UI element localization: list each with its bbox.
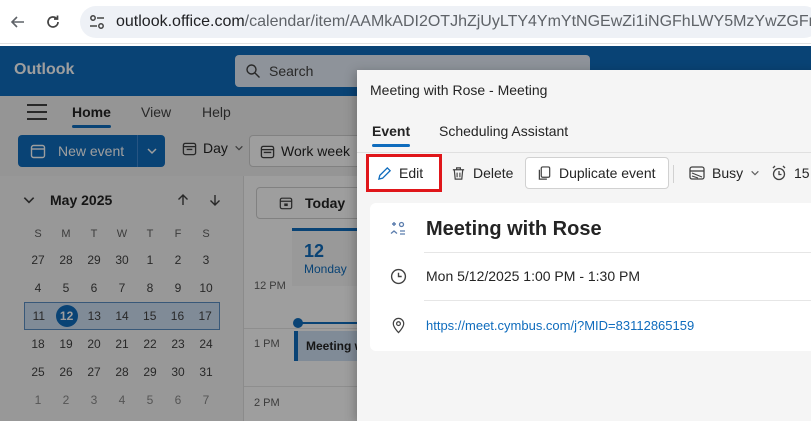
- reload-button[interactable]: [38, 7, 68, 37]
- event-details-dialog: Meeting with Rose - Meeting Event Schedu…: [357, 70, 811, 421]
- chevron-down-icon: [751, 170, 759, 176]
- alarm-clock-icon: [772, 165, 786, 181]
- event-location-row: https://meet.cymbus.com/j?MID=8311286515…: [370, 310, 811, 340]
- duplicate-event-button[interactable]: Duplicate event: [525, 157, 669, 189]
- reminder-label: 15: [794, 165, 810, 181]
- event-details-card: Meeting with Rose Mon 5/12/2025 1:00 PM …: [370, 203, 811, 351]
- browser-toolbar: outlook.office.com/calendar/item/AAMkADI…: [0, 0, 811, 44]
- back-button[interactable]: [3, 7, 33, 37]
- delete-button[interactable]: Delete: [443, 157, 521, 189]
- event-title-icon: [390, 221, 405, 235]
- tune-icon: [90, 15, 104, 29]
- event-datetime-row: Mon 5/12/2025 1:00 PM - 1:30 PM: [370, 261, 811, 291]
- tab-scheduling-assistant[interactable]: Scheduling Assistant: [439, 123, 568, 139]
- card-divider: [424, 252, 811, 253]
- url-host: outlook.office.com: [116, 13, 245, 30]
- event-title-row: Meeting with Rose: [370, 213, 811, 245]
- copy-icon: [538, 165, 551, 180]
- busy-status-icon: [689, 166, 705, 180]
- toolbar-separator: [673, 165, 674, 183]
- event-datetime: Mon 5/12/2025 1:00 PM - 1:30 PM: [426, 268, 641, 284]
- busy-label: Busy: [712, 165, 744, 181]
- dialog-tabs: Event Scheduling Assistant: [357, 120, 811, 150]
- address-bar[interactable]: outlook.office.com/calendar/item/AAMkADI…: [80, 6, 811, 38]
- url-path: /calendar/item/AAMkADI2OTJhZjUyLTY4YmYtN…: [244, 13, 811, 30]
- dialog-toolbar: Edit Delete Duplicate event Busy 15: [357, 152, 811, 192]
- card-divider: [424, 300, 811, 301]
- edit-button[interactable]: Edit: [366, 154, 442, 192]
- pencil-icon: [377, 166, 392, 180]
- dialog-title: Meeting with Rose - Meeting: [370, 82, 548, 98]
- trash-icon: [452, 166, 465, 180]
- event-title: Meeting with Rose: [426, 217, 602, 240]
- reminder-dropdown[interactable]: 15: [763, 157, 811, 189]
- tab-event[interactable]: Event: [372, 123, 411, 147]
- delete-label: Delete: [473, 165, 514, 181]
- meeting-link[interactable]: https://meet.cymbus.com/j?MID=8311286515…: [426, 318, 694, 333]
- duplicate-event-label: Duplicate event: [559, 165, 656, 181]
- edit-label: Edit: [399, 165, 424, 181]
- url-text: outlook.office.com/calendar/item/AAMkADI…: [116, 13, 811, 31]
- clock-icon: [390, 268, 406, 284]
- reload-icon: [47, 15, 59, 28]
- location-pin-icon: [392, 317, 404, 333]
- arrow-left-icon: [10, 16, 24, 28]
- busy-status-dropdown[interactable]: Busy: [681, 157, 768, 189]
- site-info-button[interactable]: [88, 12, 106, 32]
